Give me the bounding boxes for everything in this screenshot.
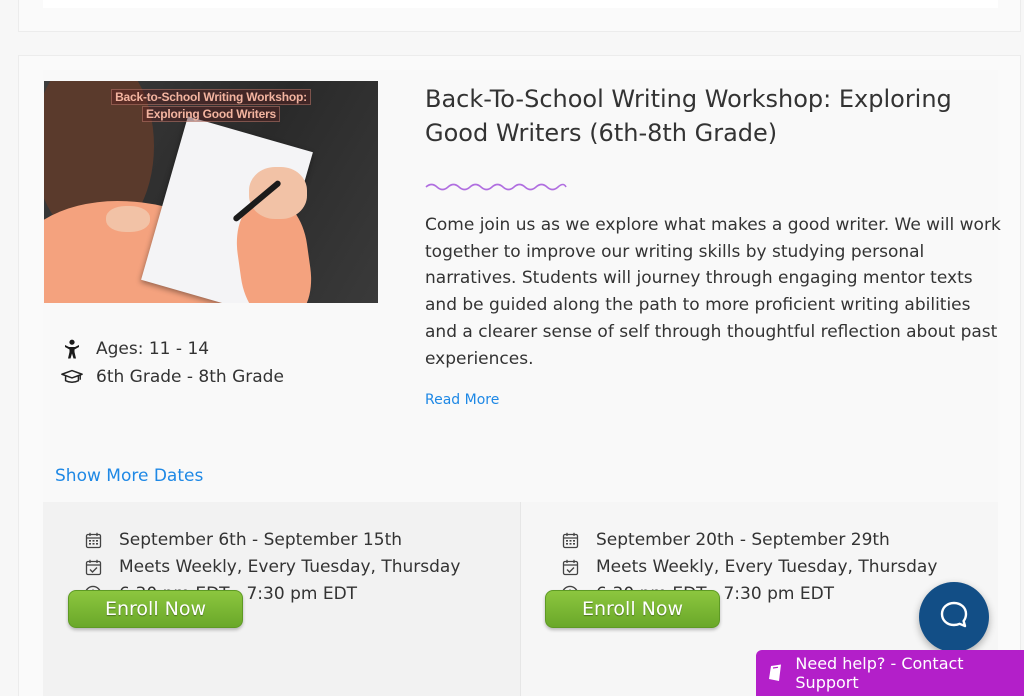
session-dates-row: September 6th - September 15th <box>83 530 402 550</box>
chat-launcher-button[interactable] <box>919 582 989 652</box>
graduation-cap-icon <box>61 369 83 385</box>
contact-support-label: Need help? - Contact Support <box>795 654 964 692</box>
session-dates-text: September 20th - September 29th <box>596 530 890 550</box>
read-more-link[interactable]: Read More <box>425 392 499 408</box>
grades-text: 6th Grade - 8th Grade <box>96 367 284 387</box>
hero-hand-left <box>106 206 150 232</box>
contact-support-button[interactable]: Need help? - Contact Support <box>756 650 1024 696</box>
calendar-check-icon <box>560 559 580 576</box>
session-meets-row: Meets Weekly, Every Tuesday, Thursday <box>560 557 937 577</box>
enroll-now-button[interactable]: Enroll Now <box>68 590 243 628</box>
session-dates-text: September 6th - September 15th <box>119 530 403 550</box>
show-more-dates-link[interactable]: Show More Dates <box>55 466 203 486</box>
course-title[interactable]: Back-To-School Writing Workshop: Explori… <box>425 82 985 150</box>
calendar-check-icon <box>83 559 103 576</box>
support-icon <box>768 664 785 682</box>
course-image-title-line1: Back-to-School Writing Workshop: <box>111 89 311 105</box>
course-description: Come join us as we explore what makes a … <box>425 215 1001 369</box>
session-dates-row: September 20th - September 29th <box>560 530 890 550</box>
calendar-icon <box>83 532 103 549</box>
course-image-title: Back-to-School Writing Workshop: Explori… <box>44 89 378 123</box>
child-icon <box>61 339 83 359</box>
session-meets-row: Meets Weekly, Every Tuesday, Thursday <box>83 557 460 577</box>
hero-hand <box>249 167 307 219</box>
title-divider-squiggle <box>425 183 567 191</box>
previous-course-card <box>18 0 1021 32</box>
session-meets-text: Meets Weekly, Every Tuesday, Thursday <box>119 557 461 577</box>
course-image-title-line2: Exploring Good Writers <box>141 106 281 122</box>
ages-row: Ages: 11 - 14 <box>61 339 321 359</box>
grades-row: 6th Grade - 8th Grade <box>61 367 321 387</box>
chat-icon <box>939 600 969 634</box>
session-meets-text: Meets Weekly, Every Tuesday, Thursday <box>596 557 938 577</box>
calendar-icon <box>560 532 580 549</box>
course-image[interactable]: Back-to-School Writing Workshop: Explori… <box>44 81 378 303</box>
ages-text: Ages: 11 - 14 <box>96 339 210 359</box>
enroll-now-button[interactable]: Enroll Now <box>545 590 720 628</box>
previous-course-card-inner <box>43 0 998 8</box>
